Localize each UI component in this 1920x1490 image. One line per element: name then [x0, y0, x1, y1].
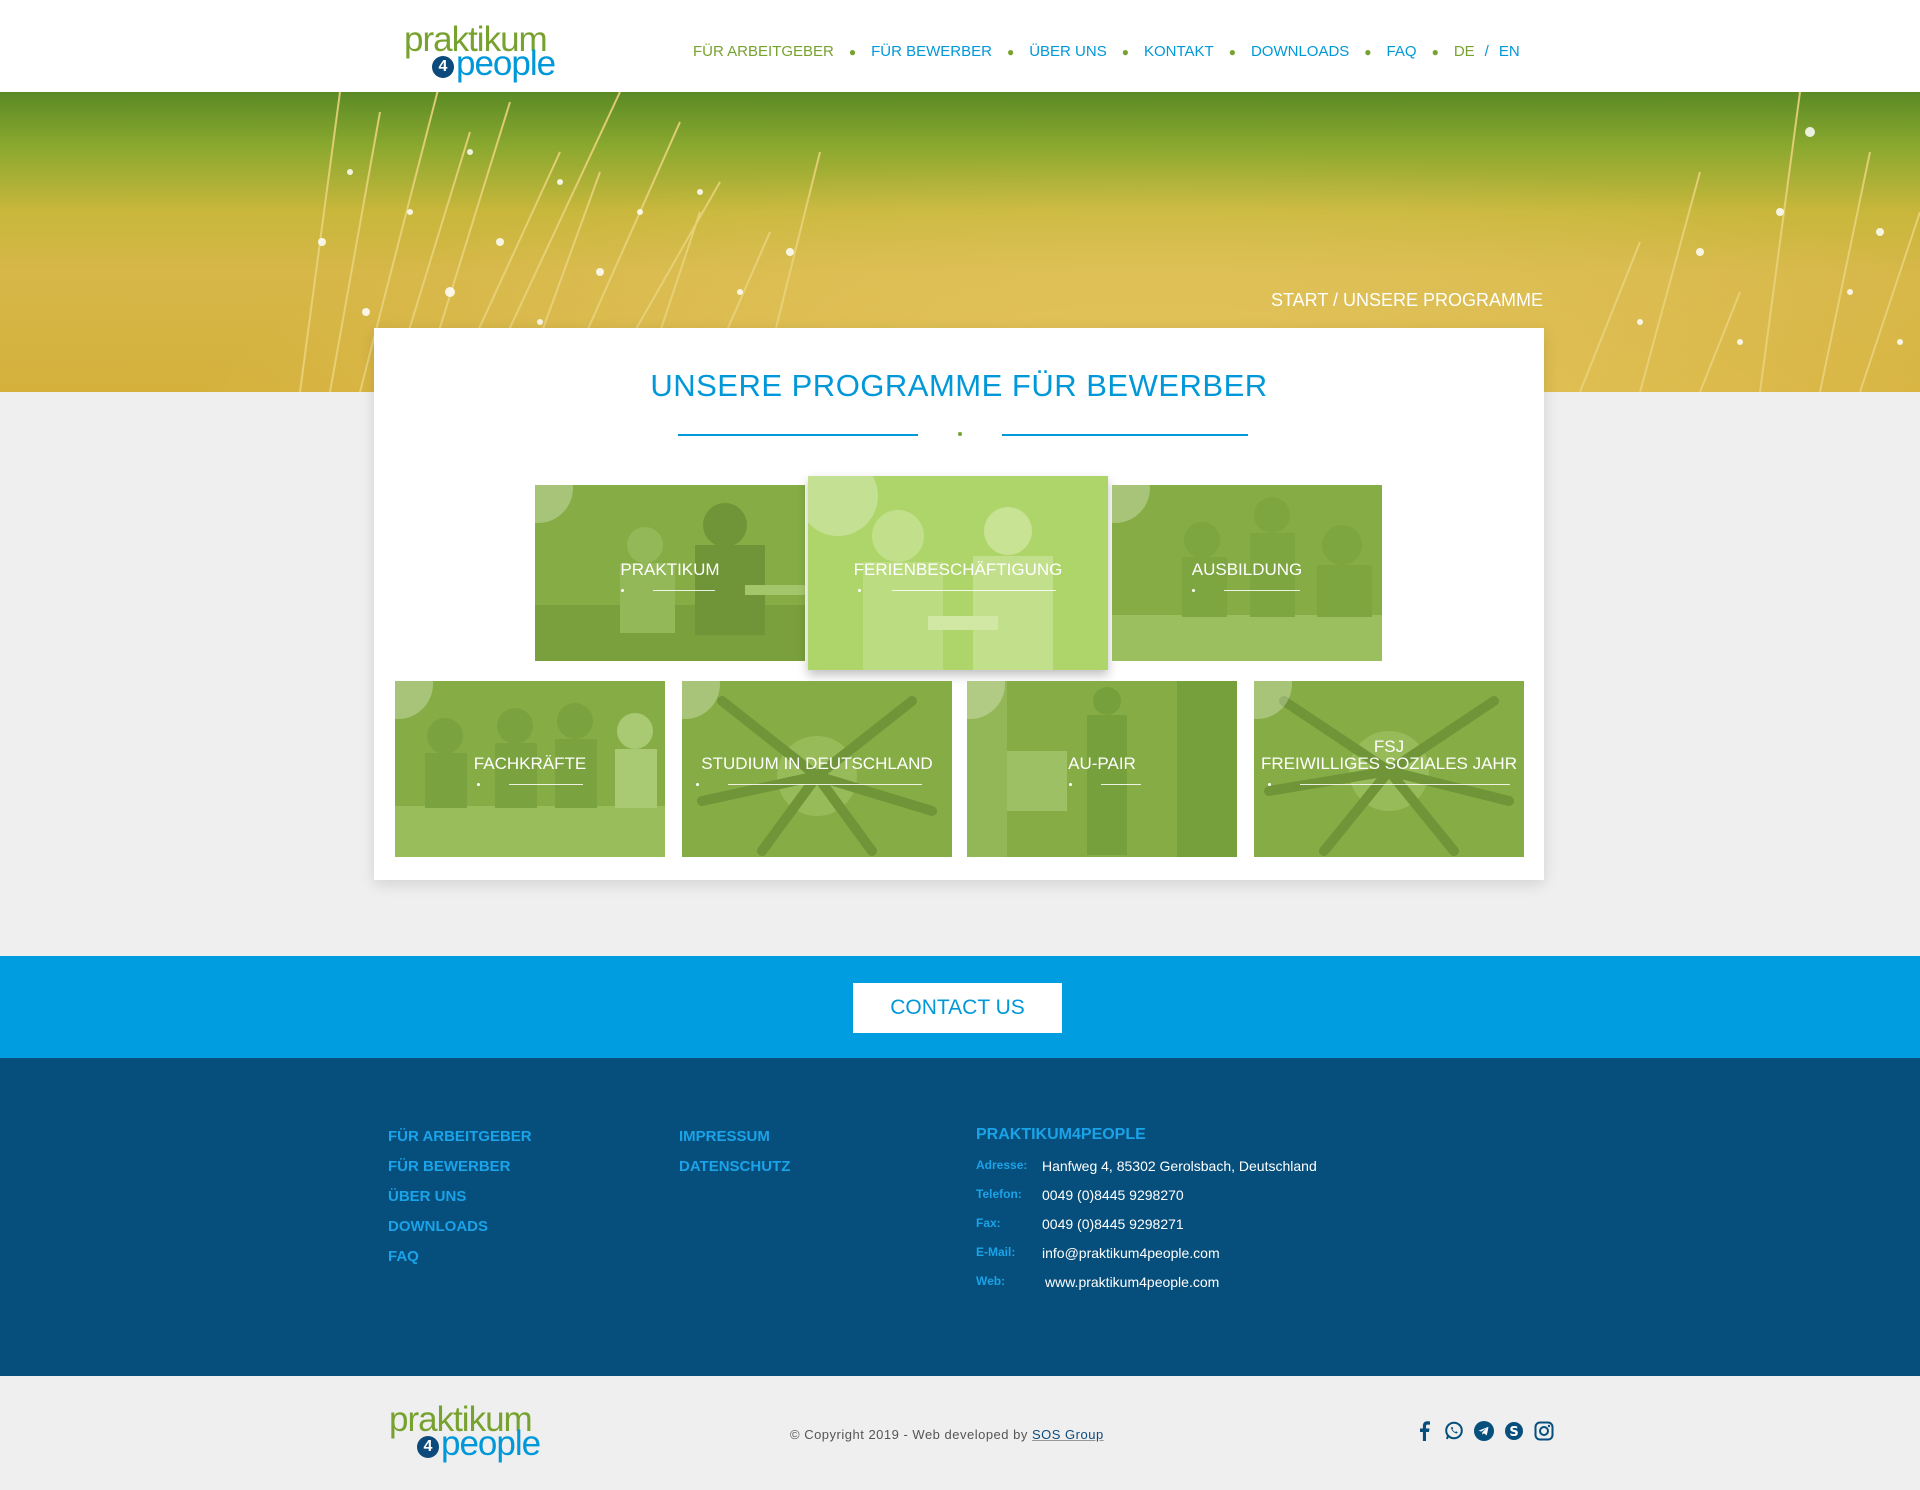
footer-phone-link[interactable]: 0049 (0)8445 9298270: [1042, 1187, 1184, 1216]
label-underline-dot: [858, 589, 861, 592]
main-nav: FÜR ARBEITGEBER ● FÜR BEWERBER ● ÜBER UN…: [693, 43, 1520, 60]
footer-detail-key: Adresse:: [976, 1158, 1028, 1172]
nav-separator-dot: ●: [848, 44, 857, 59]
copyright: © Copyright 2019 - Web developed by SOS …: [790, 1427, 1104, 1442]
page-title: UNSERE PROGRAMME FÜR BEWERBER: [650, 368, 1268, 403]
footer-link-ueber-uns[interactable]: ÜBER UNS: [388, 1188, 532, 1218]
nav-item-ueber-uns[interactable]: ÜBER UNS: [1029, 43, 1107, 60]
program-tile-au-pair[interactable]: AU-PAIR: [967, 681, 1237, 857]
program-label: PRAKTIKUM: [620, 560, 720, 579]
label-underline-dot: [1268, 783, 1271, 786]
nav-separator-dot: ●: [1431, 44, 1439, 59]
nav-item-arbeitgeber[interactable]: FÜR ARBEITGEBER: [693, 43, 834, 60]
footer-phone-row: Telefon: 0049 (0)8445 9298270: [976, 1187, 1317, 1216]
lang-en-link[interactable]: EN: [1499, 43, 1520, 60]
logo[interactable]: praktikum 4 people: [404, 22, 574, 82]
program-tile-ferienbeschaeftigung[interactable]: FERIENBESCHÄFTIGUNG: [808, 476, 1108, 670]
footer-email-link[interactable]: info@praktikum4people.com: [1042, 1245, 1220, 1274]
contact-band: CONTACT US: [0, 956, 1920, 1058]
title-divider-right: [1002, 434, 1248, 436]
label-underline: [509, 784, 583, 785]
footer-col-legal: IMPRESSUM DATENSCHUTZ: [679, 1128, 790, 1188]
footer-detail-value: 0049 (0)8445 9298271: [1042, 1216, 1184, 1232]
footer-detail-value: Hanfweg 4, 85302 Gerolsbach, Deutschland: [1042, 1158, 1317, 1174]
footer-link-bewerber[interactable]: FÜR BEWERBER: [388, 1158, 532, 1188]
nav-separator-dot: ●: [1121, 44, 1129, 59]
whatsapp-icon[interactable]: [1443, 1420, 1465, 1442]
label-underline-dot: [621, 589, 624, 592]
label-underline-dot: [696, 783, 699, 786]
footer-link-downloads[interactable]: DOWNLOADS: [388, 1218, 532, 1248]
footer-link-faq[interactable]: FAQ: [388, 1248, 532, 1278]
site-footer: FÜR ARBEITGEBER FÜR BEWERBER ÜBER UNS DO…: [0, 1058, 1920, 1376]
program-label-fsj-full: FREIWILLIGES SOZIALES JAHR: [1260, 754, 1517, 773]
label-underline-dot: [477, 783, 480, 786]
footer-logo[interactable]: praktikum 4 people: [389, 1402, 559, 1462]
title-divider-left: [678, 434, 918, 436]
nav-separator-dot: ●: [1228, 44, 1236, 59]
facebook-icon[interactable]: [1413, 1420, 1435, 1442]
copyright-text: © Copyright 2019 - Web developed by: [790, 1427, 1028, 1442]
programs-card: UNSERE PROGRAMME FÜR BEWERBER PRAKTIKUM …: [374, 328, 1544, 880]
bottom-bar: praktikum 4 people © Copyright 2019 - We…: [0, 1376, 1920, 1490]
footer-link-arbeitgeber[interactable]: FÜR ARBEITGEBER: [388, 1128, 532, 1158]
footer-col-contact: PRAKTIKUM4PEOPLE Adresse: Hanfweg 4, 853…: [976, 1126, 1317, 1303]
footer-detail-key: Telefon:: [976, 1187, 1022, 1201]
label-underline-dot: [1069, 783, 1072, 786]
footer-col-nav: FÜR ARBEITGEBER FÜR BEWERBER ÜBER UNS DO…: [388, 1128, 532, 1278]
lang-de-link[interactable]: DE: [1454, 43, 1475, 60]
breadcrumb[interactable]: START / UNSERE PROGRAMME: [1271, 290, 1543, 311]
footer-link-datenschutz[interactable]: DATENSCHUTZ: [679, 1158, 790, 1188]
footer-fax-row: Fax: 0049 (0)8445 9298271: [976, 1216, 1317, 1245]
title-divider-dot: [958, 432, 962, 436]
program-label: FACHKRÄFTE: [473, 754, 587, 773]
telegram-icon[interactable]: [1473, 1420, 1495, 1442]
label-underline-dot: [1192, 589, 1195, 592]
label-underline: [1224, 590, 1300, 591]
program-label: FERIENBESCHÄFTIGUNG: [853, 560, 1063, 579]
footer-detail-key: Fax:: [976, 1216, 1001, 1230]
footer-detail-key: E-Mail:: [976, 1245, 1016, 1259]
social-links: S: [1413, 1420, 1555, 1442]
skype-icon[interactable]: S: [1503, 1420, 1525, 1442]
program-tile-fsj[interactable]: FSJ FREIWILLIGES SOZIALES JAHR: [1254, 681, 1524, 857]
contact-us-button[interactable]: CONTACT US: [853, 983, 1062, 1033]
logo-text-people: people: [441, 1424, 541, 1463]
program-label: AU-PAIR: [1068, 754, 1136, 773]
label-underline: [892, 590, 1056, 591]
footer-web-row: Web: www.praktikum4people.com: [976, 1274, 1317, 1303]
footer-company-name: PRAKTIKUM4PEOPLE: [976, 1126, 1146, 1143]
nav-item-faq[interactable]: FAQ: [1387, 43, 1417, 60]
developer-link[interactable]: SOS Group: [1032, 1427, 1104, 1442]
nav-item-bewerber[interactable]: FÜR BEWERBER: [871, 43, 992, 60]
nav-item-downloads[interactable]: DOWNLOADS: [1251, 43, 1349, 60]
program-tile-fachkraefte[interactable]: FACHKRÄFTE: [395, 681, 665, 857]
nav-separator-dot: ●: [1364, 44, 1372, 59]
program-tile-ausbildung[interactable]: AUSBILDUNG: [1112, 485, 1382, 661]
footer-link-impressum[interactable]: IMPRESSUM: [679, 1128, 790, 1158]
label-underline: [1300, 784, 1510, 785]
logo-text-people: people: [456, 44, 556, 83]
label-underline: [1101, 784, 1141, 785]
footer-email-row: E-Mail: info@praktikum4people.com: [976, 1245, 1317, 1274]
instagram-icon[interactable]: [1533, 1420, 1555, 1442]
label-underline: [728, 784, 922, 785]
program-tile-studium[interactable]: STUDIUM IN DEUTSCHLAND: [682, 681, 952, 857]
nav-item-kontakt[interactable]: KONTAKT: [1144, 43, 1214, 60]
lang-separator: /: [1484, 43, 1489, 60]
label-underline: [653, 590, 715, 591]
footer-detail-key: Web:: [976, 1274, 1006, 1288]
program-label: AUSBILDUNG: [1191, 560, 1303, 579]
svg-text:S: S: [1509, 1425, 1518, 1440]
footer-web-link[interactable]: www.praktikum4people.com: [1045, 1274, 1219, 1303]
site-header: praktikum 4 people FÜR ARBEITGEBER ● FÜR…: [0, 0, 1920, 92]
nav-separator-dot: ●: [1006, 44, 1015, 59]
footer-address-row: Adresse: Hanfweg 4, 85302 Gerolsbach, De…: [976, 1158, 1317, 1187]
program-label: STUDIUM IN DEUTSCHLAND: [701, 754, 933, 773]
program-tile-praktikum[interactable]: PRAKTIKUM: [535, 485, 805, 661]
